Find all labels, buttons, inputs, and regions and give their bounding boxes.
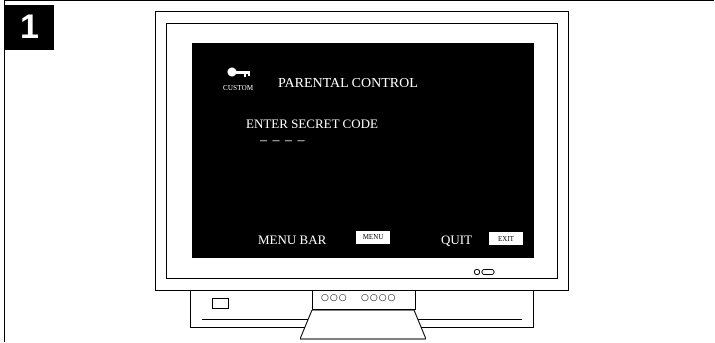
power-indicator-icon: [473, 268, 495, 276]
key-icon: [227, 67, 250, 77]
code-entry-field[interactable]: – – – –: [260, 133, 306, 149]
control-buttons-right[interactable]: ○○○○: [361, 293, 396, 303]
enter-code-prompt: ENTER SECRET CODE: [246, 116, 378, 131]
media-slot: [212, 298, 229, 309]
screen-title: PARENTAL CONTROL: [278, 76, 418, 91]
tv-stand: [300, 310, 426, 340]
tv-screen: CUSTOM PARENTAL CONTROL ENTER SECRET COD…: [192, 43, 534, 258]
control-buttons-left[interactable]: ○○○: [321, 293, 348, 303]
quit-label: QUIT: [441, 232, 473, 247]
exit-button[interactable]: EXIT: [489, 232, 523, 245]
custom-label: CUSTOM: [223, 84, 254, 92]
step-number-badge: 1: [5, 5, 54, 50]
menu-button[interactable]: MENU: [356, 231, 390, 244]
menu-bar-label: MENU BAR: [258, 232, 327, 247]
